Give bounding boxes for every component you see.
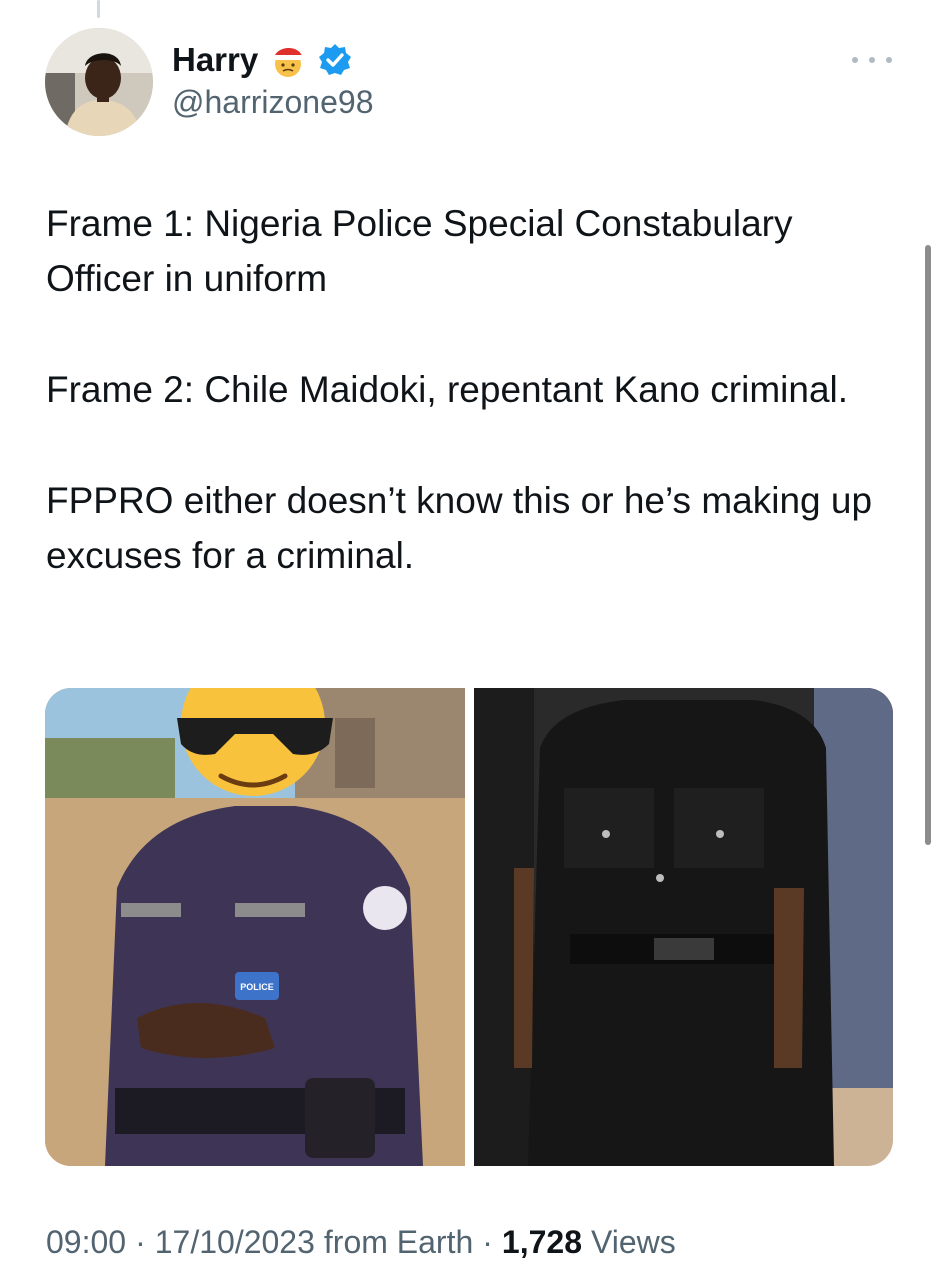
author-display-name[interactable]: Harry bbox=[172, 41, 258, 79]
tweet-photo-2[interactable] bbox=[474, 688, 893, 1166]
black-uniform-photo bbox=[474, 688, 893, 1166]
author-handle[interactable]: @harrizone98 bbox=[172, 84, 373, 121]
tweet-photo-1[interactable]: POLICE bbox=[45, 688, 465, 1166]
santa-face-emoji-icon bbox=[273, 45, 306, 77]
tweet-paragraph-2: Frame 2: Chile Maidoki, repentant Kano c… bbox=[46, 369, 849, 410]
views-count: 1,728 bbox=[501, 1223, 582, 1260]
avatar-image bbox=[45, 28, 153, 136]
thread-connector-line bbox=[97, 0, 100, 18]
tweet-time[interactable]: 09:00 bbox=[46, 1224, 126, 1261]
tweet-paragraph-3: FPPRO either doesn’t know this or he’s m… bbox=[46, 480, 873, 576]
tweet-date[interactable]: 17/10/2023 bbox=[155, 1224, 315, 1261]
more-dot-icon bbox=[886, 57, 892, 63]
author-name-row: Harry bbox=[172, 38, 352, 82]
police-officer-photo: POLICE bbox=[45, 688, 465, 1166]
tweet-meta: 09:00 · 17/10/2023 from Earth · 1,728 Vi… bbox=[46, 1222, 676, 1262]
tweet-paragraph-1: Frame 1: Nigeria Police Special Constabu… bbox=[46, 203, 793, 299]
more-options-button[interactable] bbox=[852, 48, 892, 72]
police-badge-label: POLICE bbox=[240, 982, 274, 992]
more-dot-icon bbox=[852, 57, 858, 63]
tweet-source: from Earth bbox=[323, 1223, 474, 1260]
avatar[interactable] bbox=[45, 28, 153, 136]
more-dot-icon bbox=[869, 57, 875, 63]
meta-separator: · bbox=[135, 1223, 146, 1260]
tweet-media-grid: POLICE bbox=[45, 688, 893, 1166]
views-label[interactable]: Views bbox=[591, 1224, 676, 1261]
tweet-text: Frame 1: Nigeria Police Special Constabu… bbox=[46, 196, 876, 639]
meta-separator-2: · bbox=[482, 1223, 493, 1260]
page-scrollbar[interactable] bbox=[925, 245, 931, 845]
verified-badge-icon bbox=[319, 44, 352, 75]
